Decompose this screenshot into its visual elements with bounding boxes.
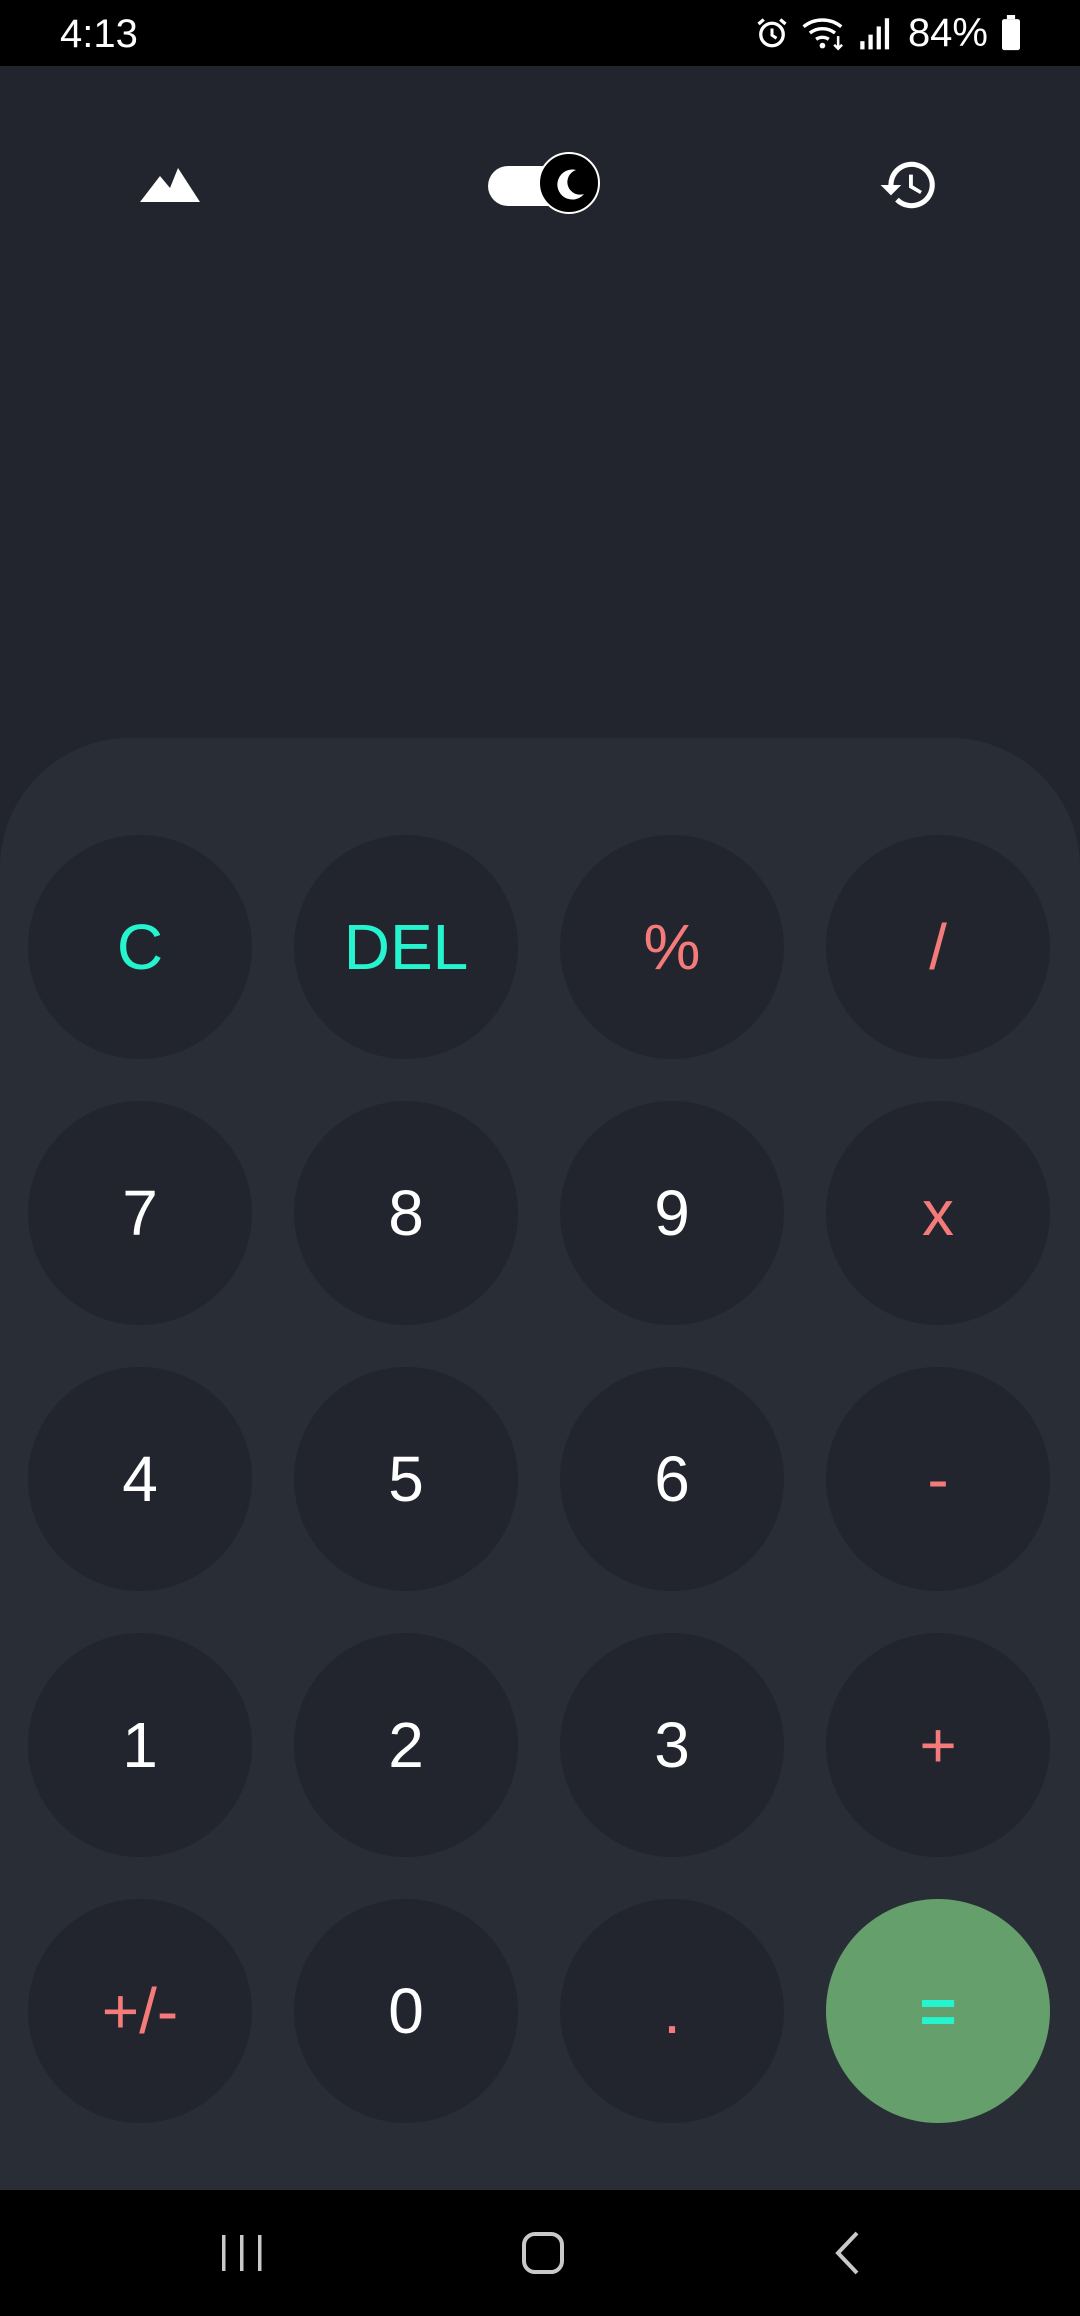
key-8[interactable]: 8 <box>294 1101 518 1325</box>
home-icon[interactable] <box>503 2220 583 2286</box>
key-1[interactable]: 1 <box>28 1633 252 1857</box>
toggle-knob <box>538 152 600 214</box>
key-0[interactable]: 0 <box>294 1899 518 2123</box>
key-9[interactable]: 9 <box>560 1101 784 1325</box>
key-label: % <box>643 911 701 983</box>
key-label: 5 <box>388 1443 424 1515</box>
key-label: 8 <box>388 1177 424 1249</box>
top-bar <box>0 130 1080 240</box>
status-icons: 84% <box>754 10 1022 56</box>
theme-toggle[interactable] <box>488 152 600 218</box>
key-decimal[interactable]: . <box>560 1899 784 2123</box>
key-label: 6 <box>654 1443 690 1515</box>
mountain-icon[interactable] <box>130 158 210 210</box>
key-2[interactable]: 2 <box>294 1633 518 1857</box>
key-4[interactable]: 4 <box>28 1367 252 1591</box>
display-area <box>0 260 1080 720</box>
key-label: +/- <box>101 1975 179 2047</box>
key-label: 1 <box>122 1709 158 1781</box>
status-bar: 4:13 84% <box>0 0 1080 66</box>
key-7[interactable]: 7 <box>28 1101 252 1325</box>
calculator-screen: 4:13 84% C DEL % / 7 8 9 x 4 5 6 - 1 2 3… <box>0 0 1080 2316</box>
key-subtract[interactable]: - <box>826 1367 1050 1591</box>
key-clear[interactable]: C <box>28 835 252 1059</box>
key-label: 3 <box>654 1709 690 1781</box>
key-add[interactable]: + <box>826 1633 1050 1857</box>
key-label: + <box>919 1709 957 1781</box>
nav-bar <box>0 2190 1080 2316</box>
keypad: C DEL% / 7 8 9 x 4 5 6 - 1 2 3 + +/- 0. = <box>0 738 1080 2190</box>
key-label: C <box>116 911 164 983</box>
alarm-icon <box>754 15 790 51</box>
key-negate[interactable]: +/- <box>28 1899 252 2123</box>
key-percent[interactable]: % <box>560 835 784 1059</box>
wifi-icon <box>802 15 846 51</box>
key-equals[interactable]: = <box>826 1899 1050 2123</box>
key-label: 9 <box>654 1177 690 1249</box>
key-label: x <box>922 1177 954 1249</box>
key-label: DEL <box>343 911 469 983</box>
battery-percent: 84% <box>907 10 988 55</box>
key-multiply[interactable]: x <box>826 1101 1050 1325</box>
key-label: = <box>919 1975 957 2047</box>
key-label: / <box>929 911 947 983</box>
history-icon[interactable] <box>878 154 940 216</box>
key-label: 0 <box>388 1975 424 2047</box>
recent-apps-icon[interactable] <box>202 2220 282 2286</box>
key-3[interactable]: 3 <box>560 1633 784 1857</box>
signal-icon <box>858 15 892 51</box>
key-5[interactable]: 5 <box>294 1367 518 1591</box>
key-label: 2 <box>388 1709 424 1781</box>
back-icon[interactable] <box>808 2220 888 2286</box>
status-time: 4:13 <box>60 12 138 56</box>
key-label: 7 <box>122 1177 158 1249</box>
key-delete[interactable]: DEL <box>294 835 518 1059</box>
key-label: - <box>927 1443 949 1515</box>
key-label: . <box>663 1975 681 2047</box>
key-6[interactable]: 6 <box>560 1367 784 1591</box>
key-divide[interactable]: / <box>826 835 1050 1059</box>
battery-icon <box>1000 15 1022 51</box>
key-label: 4 <box>122 1443 158 1515</box>
